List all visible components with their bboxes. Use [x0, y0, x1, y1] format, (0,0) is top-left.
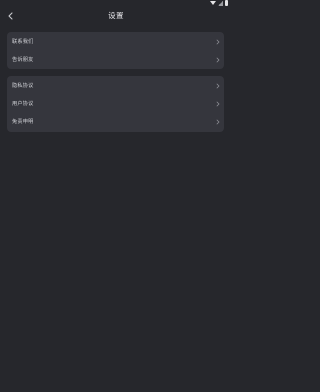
header: 设置 [0, 6, 232, 26]
settings-item-user-agreement[interactable]: 用户协议 [7, 95, 224, 113]
chevron-right-icon [216, 83, 220, 89]
settings-item-label: 用户协议 [12, 101, 34, 107]
chevron-right-icon [216, 101, 220, 107]
settings-item-privacy-policy[interactable]: 隐私协议 [7, 77, 224, 95]
wifi-icon [210, 1, 216, 5]
settings-group-contact: 联系我们 告诉朋友 [7, 32, 224, 69]
settings-item-label: 隐私协议 [12, 83, 34, 89]
settings-item-label: 告诉朋友 [12, 57, 34, 63]
settings-group-legal: 隐私协议 用户协议 免责申明 [7, 76, 224, 132]
settings-item-contact-us[interactable]: 联系我们 [7, 33, 224, 51]
page-title: 设置 [108, 11, 124, 20]
signal-icon [218, 0, 223, 6]
settings-item-label: 联系我们 [12, 39, 34, 45]
chevron-right-icon [216, 119, 220, 125]
chevron-right-icon [216, 39, 220, 45]
settings-item-disclaimer[interactable]: 免责申明 [7, 113, 224, 131]
settings-item-label: 免责申明 [12, 119, 34, 125]
settings-item-tell-friends[interactable]: 告诉朋友 [7, 51, 224, 69]
chevron-right-icon [216, 57, 220, 63]
